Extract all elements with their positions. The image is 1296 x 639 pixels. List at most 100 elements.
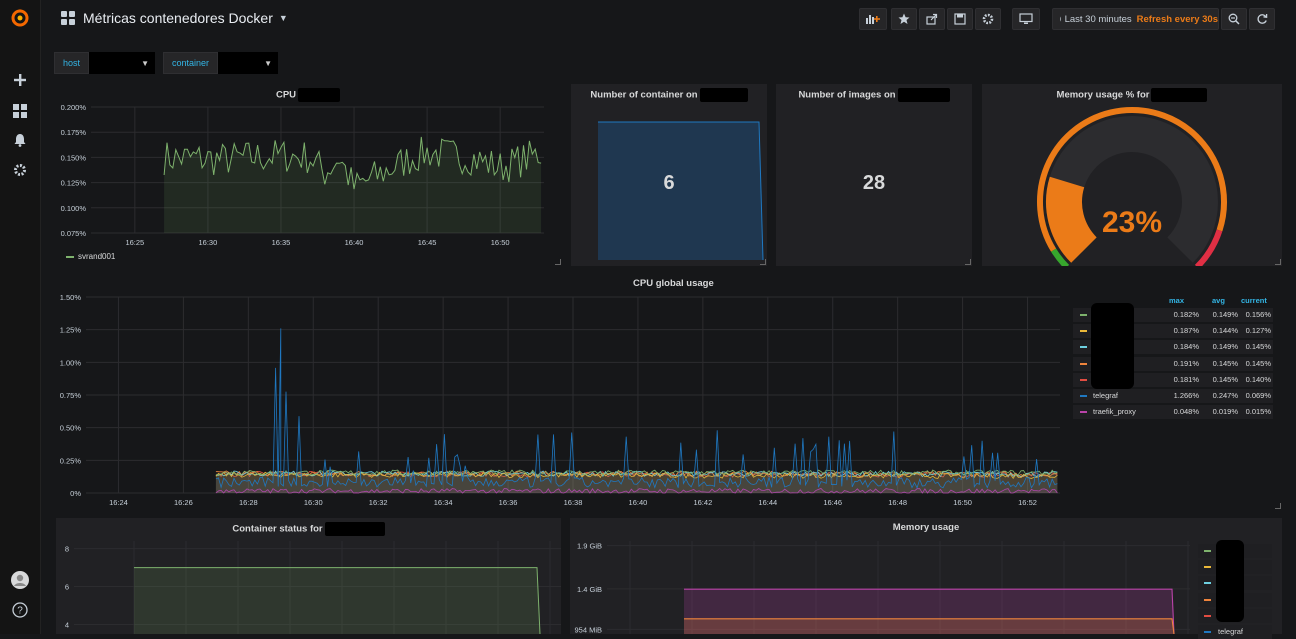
- settings-icon: [982, 13, 994, 25]
- settings-button[interactable]: [975, 8, 1001, 30]
- memory-usage-graph[interactable]: 954 MiB 1.4 GiB 1.9 GiB: [570, 518, 1190, 634]
- plus-icon[interactable]: [10, 70, 30, 90]
- legend-swatch: [1204, 550, 1211, 552]
- x-tick-label: 16:32: [369, 498, 388, 507]
- variable-container[interactable]: container ▼: [163, 52, 279, 74]
- redacted-series-names: [1216, 540, 1244, 622]
- grafana-logo-icon[interactable]: [10, 8, 30, 28]
- y-tick-label: 954 MiB: [574, 625, 602, 634]
- y-tick-label: 1.50%: [60, 293, 82, 302]
- legend-current: 0.145%: [1245, 358, 1271, 368]
- y-tick-label: 0.175%: [61, 128, 87, 137]
- legend-max: 0.184%: [1173, 342, 1199, 352]
- variable-host-select[interactable]: ▼: [89, 52, 156, 74]
- legend-swatch: [1080, 346, 1087, 349]
- tv-mode-icon: [1019, 13, 1033, 24]
- legend-swatch: [1204, 631, 1211, 633]
- cpu-graph[interactable]: 0.075% 0.100% 0.125% 0.150% 0.175% 0.200% 16:2…: [54, 84, 562, 266]
- x-tick-label: 16:30: [304, 498, 323, 507]
- zoom-out-button[interactable]: [1221, 8, 1247, 30]
- variable-container-label: container: [163, 52, 219, 74]
- y-tick-label: 0%: [70, 489, 81, 498]
- refresh-icon: [1257, 14, 1268, 24]
- legend-max: 1.266%: [1173, 391, 1199, 400]
- save-button[interactable]: [947, 8, 973, 30]
- x-tick-label: 16:52: [1018, 498, 1037, 507]
- user-avatar-icon[interactable]: [10, 570, 30, 590]
- y-tick-label: 4: [65, 621, 69, 630]
- time-range-picker[interactable]: Last 30 minutes Refresh every 30s: [1052, 8, 1219, 30]
- refresh-button[interactable]: [1249, 8, 1275, 30]
- legend-swatch: [1204, 582, 1211, 585]
- y-tick-label: 0.100%: [61, 204, 87, 213]
- legend-header-max[interactable]: max: [1169, 296, 1184, 305]
- caret-down-icon: ▼: [264, 58, 273, 68]
- time-range-label: Last 30 minutes: [1064, 13, 1132, 25]
- caret-down-icon: ▼: [141, 58, 150, 68]
- help-icon[interactable]: ?: [10, 600, 30, 620]
- variable-host[interactable]: host ▼: [54, 52, 156, 74]
- series-line: [215, 328, 1058, 489]
- x-tick-label: 16:38: [564, 498, 583, 507]
- x-tick-label: 16:42: [693, 498, 712, 507]
- resize-handle[interactable]: [965, 259, 971, 265]
- legend-swatch: [1080, 411, 1087, 414]
- panel-title[interactable]: Number of images on: [776, 88, 972, 102]
- legend-swatch: [1204, 598, 1211, 601]
- status-area: [134, 567, 540, 634]
- y-tick-label: 0.125%: [61, 179, 87, 188]
- legend-swatch: [1204, 566, 1211, 569]
- panel-memory-usage: Memory usage 954 MiB 1.4 GiB 1.9 GiB: [570, 518, 1282, 634]
- legend-swatch: [66, 255, 74, 258]
- legend-current: 0.069%: [1245, 391, 1271, 400]
- gear-icon[interactable]: [10, 160, 30, 180]
- resize-handle[interactable]: [1275, 259, 1281, 265]
- y-tick-label: 0.200%: [61, 103, 87, 112]
- svg-text:?: ?: [17, 606, 23, 617]
- legend-current: 0.156%: [1245, 310, 1271, 319]
- add-panel-button[interactable]: [859, 8, 887, 30]
- legend-row[interactable]: traefik_proxy 0.048% 0.019% 0.015%: [1073, 405, 1273, 420]
- dashboard-title: Métricas contenedores Docker: [83, 10, 273, 26]
- y-tick-label: 6: [65, 583, 69, 592]
- legend-current: 0.127%: [1245, 326, 1271, 336]
- variable-container-select[interactable]: ▼: [218, 52, 279, 74]
- clock-icon: [1060, 17, 1061, 21]
- resize-handle[interactable]: [760, 259, 766, 265]
- panel-container-status: Container status for 468: [56, 518, 561, 634]
- y-tick-label: 0.25%: [60, 456, 82, 465]
- resize-handle[interactable]: [555, 259, 561, 265]
- legend-max: 0.191%: [1173, 358, 1199, 368]
- y-tick-label: 1.9 GiB: [577, 542, 602, 551]
- y-tick-label: 0.75%: [60, 391, 82, 400]
- legend-current: 0.015%: [1245, 407, 1271, 417]
- legend-swatch: [1080, 378, 1087, 381]
- legend-item[interactable]: svrand001: [78, 252, 115, 261]
- legend-swatch: [1080, 314, 1087, 316]
- y-tick-label: 1.4 GiB: [577, 585, 602, 594]
- legend-row[interactable]: telegraf 1.266% 0.247% 0.069%: [1073, 389, 1273, 403]
- legend-series-name: traefik_proxy: [1093, 407, 1136, 417]
- legend-header-current[interactable]: current: [1241, 296, 1267, 305]
- dashboard-picker[interactable]: Métricas contenedores Docker ▼: [61, 10, 288, 26]
- alerting-icon[interactable]: [10, 130, 30, 150]
- redacted-host: [897, 88, 950, 102]
- zoom-out-icon: [1228, 13, 1240, 25]
- panel-image-count: Number of images on 28: [776, 84, 972, 266]
- caret-down-icon: ▼: [278, 13, 288, 23]
- container-status-graph[interactable]: 4 6 8: [56, 518, 561, 634]
- legend-row[interactable]: telegraf: [1198, 625, 1272, 639]
- legend-max: 0.187%: [1173, 326, 1199, 336]
- cpu-global-graph[interactable]: 0% 0.25% 0.50% 0.75% 1.00% 1.25% 1.50% 16:24 16:…: [54, 274, 1064, 510]
- x-tick-label: 16:45: [418, 238, 437, 247]
- star-button[interactable]: [891, 8, 917, 30]
- x-tick-label: 16:30: [199, 238, 218, 247]
- memory-area: [684, 618, 1174, 634]
- x-tick-label: 16:24: [109, 498, 128, 507]
- share-button[interactable]: [919, 8, 945, 30]
- resize-handle[interactable]: [1275, 503, 1281, 509]
- x-tick-label: 16:28: [239, 498, 258, 507]
- tv-mode-button[interactable]: [1012, 8, 1040, 30]
- dashboards-icon[interactable]: [10, 101, 30, 121]
- legend-header-avg[interactable]: avg: [1212, 296, 1225, 305]
